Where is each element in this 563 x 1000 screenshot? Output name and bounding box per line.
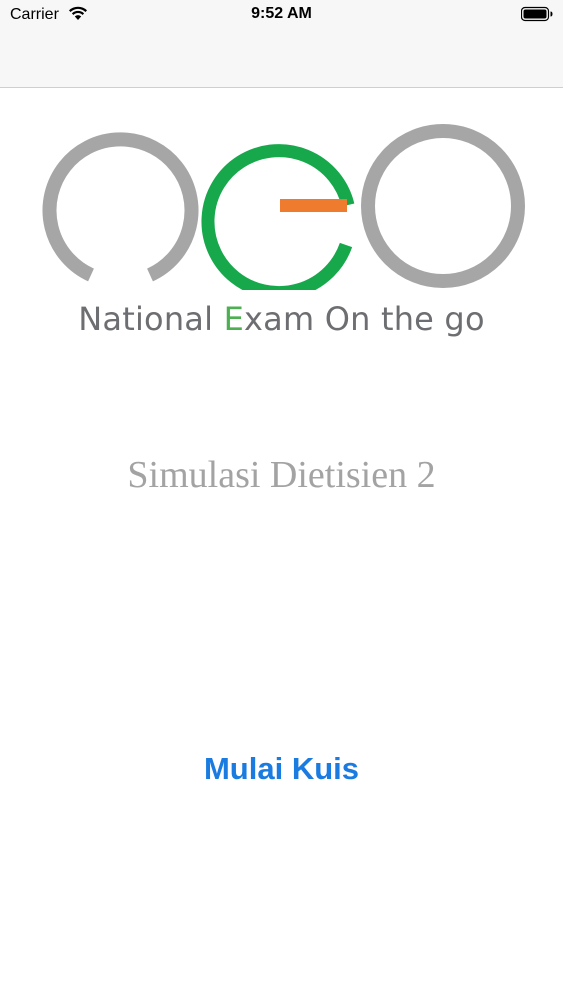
battery-full-icon: [521, 6, 553, 22]
status-time: 9:52 AM: [251, 5, 312, 22]
logo-o-circle: [361, 124, 525, 288]
logo-e-bar: [280, 199, 347, 212]
neo-logo-mark: [42, 124, 525, 290]
quiz-title: Simulasi Dietisien 2: [127, 454, 436, 496]
tagline-suffix: xam On the go: [244, 300, 485, 338]
logo-tagline: National Exam On the go: [0, 300, 563, 338]
tagline-e: E: [223, 300, 245, 338]
neo-logo: National Exam On the go: [0, 110, 563, 350]
status-bar: Carrier 9:52 AM: [0, 0, 563, 30]
tagline-prefix: National: [78, 300, 224, 338]
logo-n-arc: [42, 132, 199, 282]
start-quiz-button[interactable]: Mulai Kuis: [180, 745, 383, 793]
logo-e-arc: [201, 144, 355, 290]
